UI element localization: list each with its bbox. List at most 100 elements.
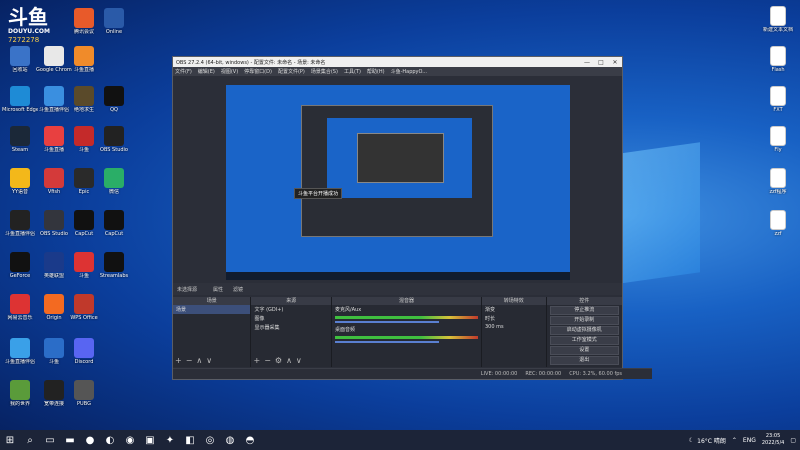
desktop-volume-slider[interactable] xyxy=(334,341,440,343)
task-view-icon[interactable]: ▭ xyxy=(40,432,60,448)
maximize-icon[interactable]: □ xyxy=(594,59,608,66)
desktop-icon[interactable]: CapCut xyxy=(96,210,132,246)
desktop-icon-label: Microsoft Edge xyxy=(2,107,38,113)
desktop-icon[interactable]: 斗鱼直播伴侣 xyxy=(2,210,38,246)
stop-streaming-button[interactable]: 停止推流 xyxy=(549,306,620,315)
origin-icon xyxy=(44,294,64,314)
desktop-icon[interactable]: QQ xyxy=(96,86,132,122)
weather-text[interactable]: 16°C 晴朗 xyxy=(697,436,726,445)
menu-view[interactable]: 视图(V) xyxy=(221,68,238,75)
obs-preview[interactable]: 斗鱼平台开播成功 xyxy=(226,85,570,280)
desktop-meter xyxy=(334,336,478,339)
live-companion-icon[interactable]: ▣ xyxy=(140,432,160,448)
steam-taskbar-icon[interactable]: ◎ xyxy=(200,432,220,448)
sources-dock: 来源 文字 (GDI+) 图像 显示器采集 +−⚙∧∨ xyxy=(251,297,332,367)
desktop-icon[interactable]: 我的世界 xyxy=(2,380,38,416)
clock-time: 23:05 xyxy=(765,433,781,439)
close-icon[interactable]: ✕ xyxy=(608,59,622,66)
notification-icon[interactable]: ▢ xyxy=(790,437,796,444)
desktop-icon-label: Online xyxy=(105,29,123,35)
language-indicator[interactable]: ENG xyxy=(743,437,756,444)
obs-taskbar-icon[interactable]: ◍ xyxy=(220,432,240,448)
desktop-file[interactable]: Flash xyxy=(760,46,796,82)
controls-dock: 控件 停止推流 开始录制 启动虚拟摄像机 工作室模式 设置 退出 xyxy=(546,297,623,367)
menu-tools[interactable]: 工具(T) xyxy=(344,68,361,75)
transition-type-select[interactable]: 渐变 xyxy=(482,305,546,314)
desktop-icon[interactable]: 斗鱼直播伴侣 xyxy=(2,338,38,374)
menu-profile[interactable]: 配置文件(P) xyxy=(278,68,305,75)
scene-item[interactable]: 场景 xyxy=(173,305,251,314)
desktop-icon[interactable]: PUBG xyxy=(66,380,102,416)
mic-volume-slider[interactable] xyxy=(334,321,440,323)
sources-title: 来源 xyxy=(251,297,331,305)
source-item[interactable]: 显示器采集 xyxy=(251,323,330,332)
desktop-icon[interactable]: YY语音 xyxy=(2,168,38,204)
desktop-file[interactable]: FXT xyxy=(760,86,796,122)
filters-button[interactable]: 滤镜 xyxy=(233,286,243,293)
desktop-icon[interactable]: Online xyxy=(96,8,132,44)
file-explorer-icon[interactable]: ▬ xyxy=(60,432,80,448)
desktop-icon[interactable]: 斗鱼直播 xyxy=(66,46,102,82)
properties-button[interactable]: 属性 xyxy=(213,286,223,293)
text-file-icon xyxy=(770,6,786,26)
menu-file[interactable]: 文件(F) xyxy=(175,68,192,75)
desktop-file-label: zzf xyxy=(774,231,782,237)
tray-arrow-icon[interactable]: ⌃ xyxy=(732,437,737,444)
lol-icon xyxy=(44,252,64,272)
settings-button[interactable]: 设置 xyxy=(549,346,620,355)
desktop-icon[interactable]: 回收站 xyxy=(2,46,38,82)
desktop-icon[interactable]: Discord xyxy=(66,338,102,374)
desktop-icon-label: WPS Office xyxy=(70,315,98,321)
source-item[interactable]: 文字 (GDI+) xyxy=(251,305,330,314)
douyu-taskbar-icon[interactable]: ● xyxy=(80,432,100,448)
app2-taskbar-icon[interactable]: ◓ xyxy=(240,432,260,448)
transitions-title: 转场特效 xyxy=(481,297,546,305)
clock[interactable]: 23:05 2022/5/4 xyxy=(762,433,784,447)
douyu5-icon xyxy=(74,252,94,272)
desktop-icon[interactable]: GeForce xyxy=(2,252,38,288)
file-icon xyxy=(770,86,786,106)
desktop-icon[interactable]: WPS Office xyxy=(66,294,102,330)
obs-docks: 场景 场景 +−∧∨ 来源 文字 (GDI+) 图像 显示器采集 +−⚙∧∨ 混… xyxy=(173,297,623,367)
music-icon xyxy=(10,294,30,314)
obs-window[interactable]: OBS 27.2.4 (64-bit, windows) - 配置文件: 未命名… xyxy=(172,56,652,380)
transition-duration-input[interactable]: 300 ms xyxy=(482,323,546,331)
qq-icon xyxy=(104,86,124,106)
desktop-file[interactable]: zzf程序 xyxy=(760,168,796,204)
menu-help[interactable]: 帮助(H) xyxy=(367,68,385,75)
douyu-logo[interactable]: 斗鱼 DOUYU.COM 7272278 xyxy=(8,6,58,48)
recycle-bin-icon xyxy=(10,46,30,66)
fish-icon xyxy=(44,168,64,188)
studio-mode-button[interactable]: 工作室模式 xyxy=(549,336,620,345)
minimize-icon[interactable]: — xyxy=(580,59,594,66)
start-recording-button[interactable]: 开始录制 xyxy=(549,316,620,325)
exit-button[interactable]: 退出 xyxy=(549,356,620,365)
menu-edit[interactable]: 编辑(E) xyxy=(198,68,215,75)
store-taskbar-icon[interactable]: ◧ xyxy=(180,432,200,448)
desktop-icon[interactable]: 微信 xyxy=(96,168,132,204)
desktop-icon[interactable]: 网易云音乐 xyxy=(2,294,38,330)
source-item[interactable]: 图像 xyxy=(251,314,330,323)
app-taskbar-icon[interactable]: ✦ xyxy=(160,432,180,448)
chrome-taskbar-icon[interactable]: ◉ xyxy=(120,432,140,448)
windows-start-icon[interactable]: ⊞ xyxy=(0,432,20,448)
epic-icon xyxy=(74,168,94,188)
menu-docks[interactable]: 停靠窗口(D) xyxy=(244,68,272,75)
edge-taskbar-icon[interactable]: ◐ xyxy=(100,432,120,448)
desktop-icon[interactable]: Steam xyxy=(2,126,38,162)
menu-douyu[interactable]: 斗鱼-HappyO... xyxy=(391,68,427,75)
scenes-footer-controls[interactable]: +−∧∨ xyxy=(175,356,216,365)
desktop-icon[interactable]: Streamlabs xyxy=(96,252,132,288)
menu-scene-collection[interactable]: 场景集合(S) xyxy=(311,68,338,75)
desktop-file[interactable]: 新建文本文档 xyxy=(760,6,796,42)
geforce-icon xyxy=(10,252,30,272)
desktop-file[interactable]: Fly xyxy=(760,126,796,162)
desktop-icon[interactable]: OBS Studio xyxy=(96,126,132,162)
sources-footer-controls[interactable]: +−⚙∧∨ xyxy=(253,356,305,365)
desktop-icon[interactable]: Microsoft Edge xyxy=(2,86,38,122)
desktop-file[interactable]: zzf xyxy=(760,210,796,246)
virtual-camera-button[interactable]: 启动虚拟摄像机 xyxy=(549,326,620,335)
search-icon[interactable]: ⌕ xyxy=(20,432,40,448)
obs-titlebar[interactable]: OBS 27.2.4 (64-bit, windows) - 配置文件: 未命名… xyxy=(173,57,622,67)
weather-icon[interactable]: ☾ xyxy=(689,437,694,444)
